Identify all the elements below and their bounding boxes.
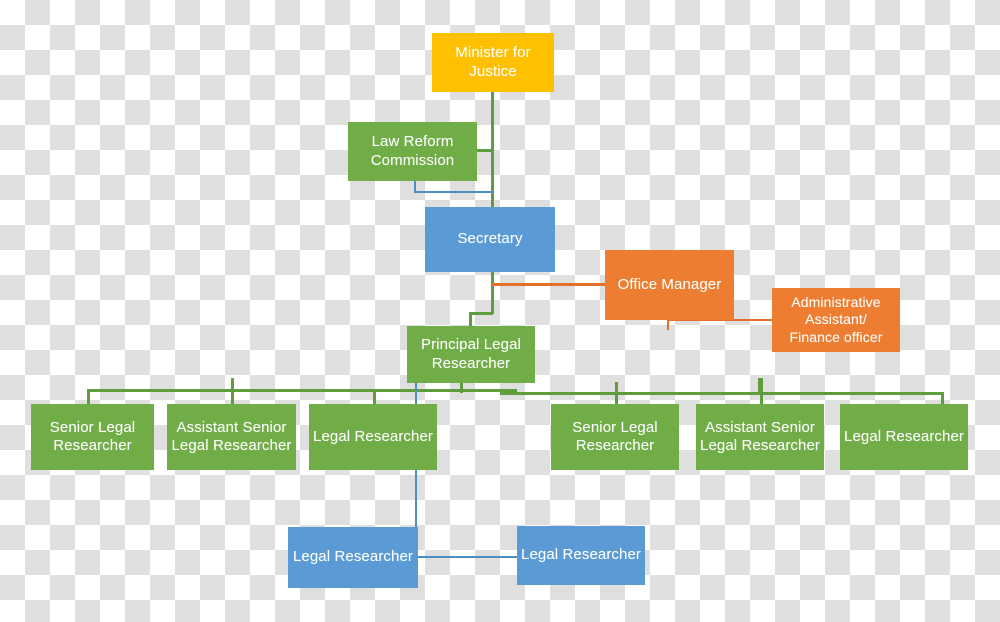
connector-secretary-down [491,272,494,314]
org-chart-canvas: Minister for Justice Law Reform Commission S… [0,0,1000,622]
node-label-line: Legal Researcher [844,427,965,445]
node-snr-legal-2[interactable]: Senior Legal Researcher [551,404,679,470]
node-label-line: Principal Legal [421,336,521,354]
connector-drop-snr1 [87,389,90,405]
node-label-admin-assistant: Administrative Assistant/Finance officer [789,294,882,345]
node-label-minister: Minister for Justice [455,44,530,81]
node-label-line: Legal Researcher [313,427,434,445]
node-label-line: Legal Researcher [171,437,292,454]
node-label-line: Commission [370,151,455,169]
node-admin-assistant[interactable]: Administrative Assistant/Finance officer [772,288,900,352]
connector-law-reform-stub-h [477,149,493,152]
node-label-line: Law Reform [371,133,454,151]
node-label-legal-res-4: Legal Researcher [521,546,641,564]
node-label-line: Finance officer [789,328,883,345]
node-label-line: Office Manager [617,275,722,293]
node-label-law-reform: Law Reform Commission [371,133,455,170]
node-label-office-manager: Office Manager [618,276,722,294]
node-label-line: Senior Legal [49,418,136,436]
node-label-legal-res-2: Legal Researcher [844,428,964,446]
node-label-line: Senior Legal [572,418,658,436]
connector-secretary-jog-h [469,312,493,315]
node-label-line: Legal Researcher [700,437,821,454]
node-label-asst-snr-2: Assistant Senior Legal Researcher [700,419,820,456]
connector-principal-down [460,383,463,393]
node-law-reform[interactable]: Law Reform Commission [348,122,477,181]
connector-bus-right [500,392,943,395]
node-label-line: Secretary [457,230,523,248]
node-legal-res-3[interactable]: Legal Researcher [288,527,418,588]
node-label-line: Minister for [455,44,531,62]
connector-bus-left [87,389,517,392]
node-minister[interactable]: Minister for Justice [432,33,554,92]
node-label-snr-legal-2: Senior Legal Researcher [572,419,657,456]
node-legal-res-4[interactable]: Legal Researcher [517,526,645,585]
node-label-line: Legal Researcher [521,546,642,564]
connector-drop-asst1 [231,378,234,405]
node-asst-snr-1[interactable]: Assistant Senior Legal Researcher [167,404,296,470]
node-label-line: Researcher [53,437,132,454]
node-legal-res-1[interactable]: Legal Researcher [309,404,437,470]
connector-drop-snr2 [615,382,618,405]
connector-lr3-lr4-link [414,556,521,558]
node-label-snr-legal-1: Senior Legal Researcher [50,419,135,456]
node-label-principal: Principal Legal Researcher [421,336,521,373]
node-label-line: Administrative [791,294,881,311]
node-asst-snr-2[interactable]: Assistant Senior Legal Researcher [696,404,824,470]
node-secretary[interactable]: Secretary [425,207,555,272]
node-label-line: Assistant Senior [176,418,287,436]
node-label-line: Researcher [431,354,511,372]
node-legal-res-2[interactable]: Legal Researcher [840,404,968,470]
node-office-manager[interactable]: Office Manager [605,250,734,320]
node-label-line: Justice [469,62,517,80]
connector-bus-right-riser [758,378,761,392]
node-label-legal-res-1: Legal Researcher [313,428,433,446]
node-label-line: Assistant Senior [705,418,815,436]
node-label-line: Legal Researcher [292,548,413,566]
node-label-legal-res-3: Legal Researcher [293,548,413,566]
node-label-asst-snr-1: Assistant Senior Legal Researcher [171,419,291,456]
connector-admin-asst-v [667,320,669,330]
node-label-secretary: Secretary [457,230,522,248]
connector-office-mgr-link [491,283,607,286]
node-label-line: Researcher [575,437,655,454]
connector-law-reform-blue-h [414,191,494,193]
node-snr-legal-1[interactable]: Senior Legal Researcher [31,404,154,470]
node-principal[interactable]: Principal Legal Researcher [407,326,535,383]
connector-drop-legal1 [373,389,376,405]
node-label-line: Assistant/ [805,311,867,328]
